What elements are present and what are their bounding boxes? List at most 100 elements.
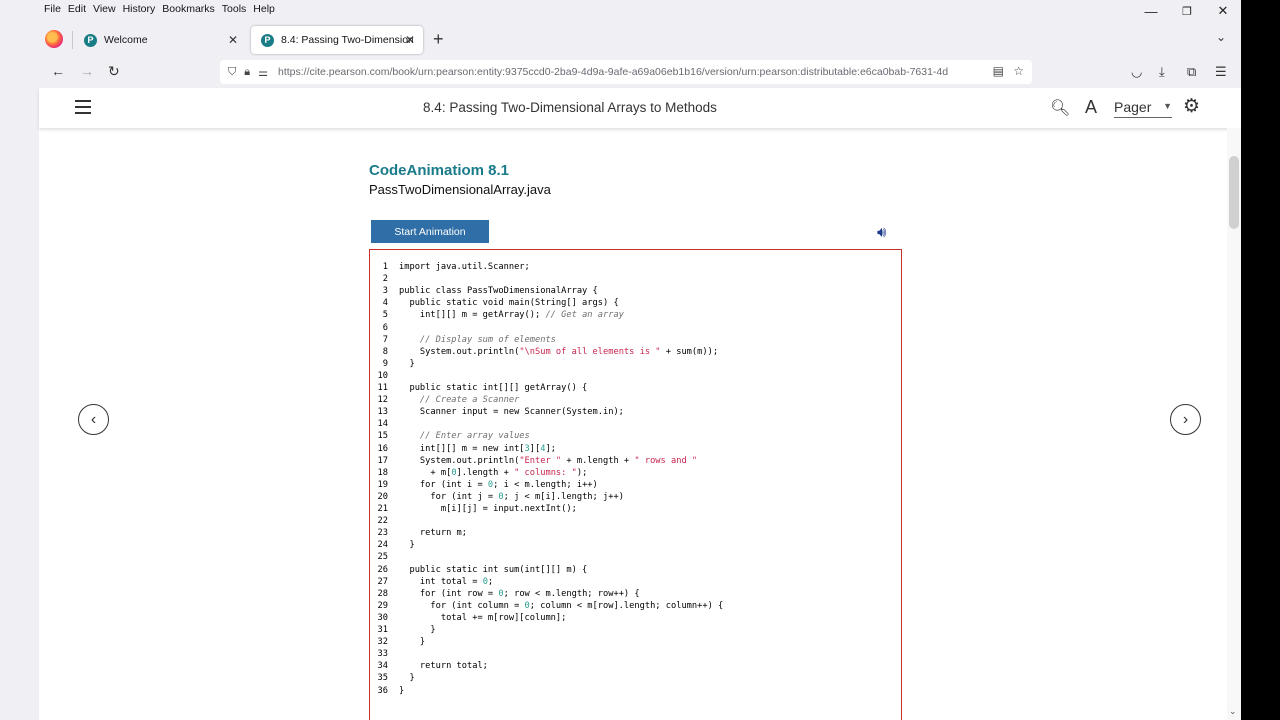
chevron-left-icon[interactable]: ‹ [78,404,109,435]
code-token: public static int[][] getArray() { [399,383,588,393]
code-token: "Enter " [519,455,562,466]
code-token: ); [576,467,588,478]
code-line: 25 [370,551,399,563]
line-number: 35 [377,673,388,684]
code-token: ; row < m.length; row++) { [503,588,640,599]
line-number: 13 [377,407,388,418]
tracking-protection-icon[interactable]: ⛉ [228,66,236,79]
reload-icon[interactable]: ↻ [108,63,120,80]
reader-view-icon[interactable]: ▤ [993,64,1004,78]
downloads-icon[interactable]: ⤓ [1159,64,1165,80]
line-number: 28 [377,588,388,599]
search-icon[interactable]: 🔍︎ [1050,98,1070,118]
code-line: 15 // Enter array values [370,430,530,442]
code-line: 11 public static int[][] getArray() { [370,382,588,394]
line-number: 33 [377,649,388,660]
line-number: 29 [377,600,388,611]
code-token: public static int sum(int[][] m) { [399,564,588,575]
line-number: 27 [377,576,388,587]
code-token: ][ [529,443,541,454]
line-number: 1 [382,262,388,272]
app-menu-icon[interactable]: ☰ [1215,64,1227,80]
code-line: 6 [370,322,399,334]
menu-tools[interactable]: Tools [216,3,247,15]
font-size-icon[interactable]: A [1085,97,1097,118]
code-line: 22 [370,515,399,527]
view-mode-select[interactable]: Pager ▼ [1114,99,1172,118]
code-token: m[i][j] = input.nextInt(); [399,504,577,514]
line-number: 10 [377,370,388,381]
code-line: 34 return total; [370,660,488,672]
code-token: Scanner input = new Scanner(System.in); [399,407,624,418]
caret-down-icon: ▼ [1163,101,1172,111]
new-tab-icon[interactable]: + [433,29,444,50]
code-token: } [399,540,415,551]
code-token: // Enter array values [419,431,530,442]
back-icon[interactable]: ← [51,63,65,79]
menu-file[interactable]: File [0,3,61,15]
code-token: for (int j = [399,491,499,502]
page-title: 8.4: Passing Two-Dimensional Arrays to M… [423,100,717,115]
code-line: 30 total += m[row][column]; [370,612,567,624]
line-number: 8 [382,346,388,357]
extensions-icon[interactable]: ⧉ [1187,64,1196,80]
code-token: // Get an array [545,310,624,321]
code-line: 35 } [370,672,415,684]
pocket-icon[interactable]: ◡ [1131,64,1142,80]
close-tab-icon[interactable]: ✕ [228,33,238,47]
line-number: 2 [382,274,388,285]
code-line: 7 // Display sum of elements [370,334,556,346]
close-tab-icon[interactable]: ✕ [405,33,415,47]
tab-welcome[interactable]: P Welcome ✕ [74,26,246,54]
code-token: } [399,625,436,635]
code-listing: 1 import java.util.Scanner; 2 3 public class… [369,249,902,720]
scroll-down-arrow-icon[interactable]: ⌄ [1229,706,1237,717]
speaker-icon[interactable]: 🔊︎ [877,224,886,241]
code-line: 33 [370,648,399,660]
code-token: } [399,358,415,369]
code-token: + sum(m)); [660,346,719,357]
code-line: 20 for (int j = 0; j < m[i].length; j++) [370,491,624,503]
start-animation-button[interactable]: Start Animation [371,220,489,243]
close-window-icon[interactable]: ✕ [1205,0,1241,22]
url-bar[interactable]: ⛉ 🔒︎ ⚌ https://cite.pearson.com/book/urn… [220,60,1032,84]
code-token: + m.length + [561,455,635,466]
code-line: 14 [370,418,399,430]
code-line: 19 for (int i = 0; i < m.length; i++) [370,479,598,491]
code-line: 4 public static void main(String[] args)… [370,297,619,309]
url-text[interactable]: https://cite.pearson.com/book/urn:pearso… [278,66,968,78]
code-line: 17 System.out.println("Enter " + m.lengt… [370,455,698,467]
tab-current-page[interactable]: P 8.4: Passing Two-Dimensional Arrays to… [251,26,423,54]
line-number: 15 [377,431,388,442]
menu-history[interactable]: History [117,3,156,15]
code-line: 10 [370,370,399,382]
code-line: 32 } [370,636,426,648]
code-token: ; [487,576,494,587]
menu-view[interactable]: View [87,3,116,15]
forward-icon[interactable]: → [80,63,94,79]
chevron-right-icon[interactable]: › [1170,404,1201,435]
code-line: 16 int[][] m = new int[3][4]; [370,443,556,455]
restore-icon[interactable]: ❐ [1169,0,1205,22]
lock-icon[interactable]: 🔒︎ [244,66,250,79]
minimize-icon[interactable]: — [1133,0,1169,22]
scrollbar-thumb[interactable] [1229,156,1239,229]
line-number: 22 [377,516,388,527]
code-line: 9 } [370,358,415,370]
line-number: 36 [377,685,388,696]
code-token: ; column < m[row].length; column++) { [529,600,724,611]
menu-help[interactable]: Help [247,3,275,15]
code-token: " columns: " [514,467,577,478]
list-all-tabs-icon[interactable]: ⌄ [1216,30,1226,44]
permissions-icon[interactable]: ⚌ [258,66,268,79]
page-content: 8.4: Passing Two-Dimensional Arrays to M… [39,88,1241,720]
gear-icon[interactable]: ⚙ [1183,95,1200,118]
line-number: 21 [377,504,388,514]
line-number: 31 [377,625,388,635]
menu-edit[interactable]: Edit [62,3,86,15]
menu-bookmarks[interactable]: Bookmarks [156,3,215,15]
bookmark-star-icon[interactable]: ☆ [1013,64,1024,78]
line-number: 19 [377,479,388,490]
